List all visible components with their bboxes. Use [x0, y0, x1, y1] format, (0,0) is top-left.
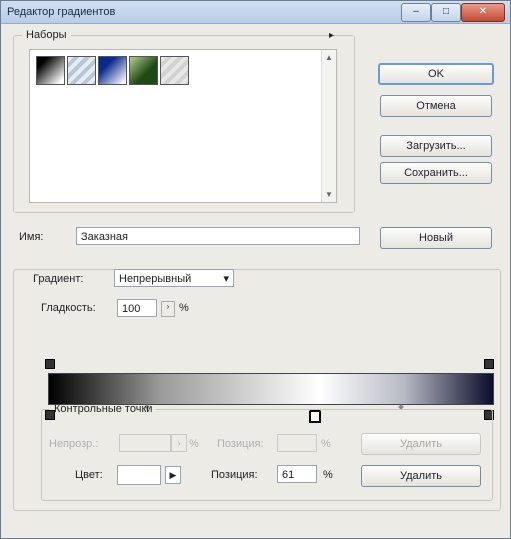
opacity-stop-left[interactable]	[45, 359, 55, 369]
scroll-down-icon[interactable]: ▼	[325, 190, 333, 199]
preset-swatch-diagonal[interactable]	[160, 56, 189, 85]
window-title: Редактор градиентов	[7, 6, 116, 18]
opacity-stop-right[interactable]	[484, 359, 494, 369]
preset-swatch-black-white[interactable]	[36, 56, 65, 85]
dialog-body: Наборы ▸ ▲ ▼ OK Отмена Загрузить... Сохр…	[11, 29, 501, 521]
save-button[interactable]: Сохранить...	[380, 162, 492, 184]
opacity-input	[119, 434, 171, 452]
preset-swatch-transparent[interactable]	[67, 56, 96, 85]
preset-swatch-green[interactable]	[129, 56, 158, 85]
smoothness-unit: %	[179, 302, 189, 314]
color-location-input[interactable]: 61	[277, 465, 317, 483]
opacity-label: Непрозр.:	[49, 438, 99, 450]
presets-list[interactable]: ▲ ▼	[29, 49, 337, 203]
new-button[interactable]: Новый	[380, 227, 492, 249]
color-location-label: Позиция:	[211, 469, 258, 481]
color-picker-arrow-icon[interactable]: ▶	[165, 466, 181, 484]
gradient-type-value: Непрерывный	[119, 273, 192, 285]
name-label: Имя:	[19, 231, 44, 243]
smoothness-stepper-icon[interactable]: ›	[161, 301, 175, 317]
presets-legend: Наборы	[26, 29, 67, 41]
smoothness-label: Гладкость:	[41, 302, 96, 314]
close-button[interactable]: ✕	[461, 3, 505, 22]
opacity-location-input	[277, 434, 317, 452]
stops-legend: Контрольные точки	[54, 403, 153, 415]
gradient-type-label: Градиент:	[33, 273, 84, 285]
gradient-type-select[interactable]: Непрерывный ▾	[114, 269, 234, 287]
smoothness-input[interactable]: 100	[117, 299, 157, 317]
delete-color-stop-button[interactable]: Удалить	[361, 465, 481, 487]
presets-menu-icon[interactable]: ▸	[329, 30, 334, 41]
scroll-up-icon[interactable]: ▲	[325, 53, 333, 62]
cancel-button[interactable]: Отмена	[380, 95, 492, 117]
opacity-unit: %	[189, 438, 199, 450]
delete-opacity-stop-button: Удалить	[361, 433, 481, 455]
color-swatch[interactable]	[117, 465, 161, 485]
maximize-button[interactable]: □	[431, 3, 461, 22]
color-label: Цвет:	[75, 469, 103, 481]
name-input[interactable]: Заказная	[76, 227, 360, 245]
opacity-stepper-icon: ›	[171, 434, 187, 452]
gradient-preview-bar[interactable]	[48, 373, 494, 405]
minimize-button[interactable]: –	[401, 3, 431, 22]
chevron-down-icon: ▾	[223, 273, 229, 285]
color-location-unit: %	[323, 469, 333, 481]
title-bar: Редактор градиентов – □ ✕	[1, 1, 510, 24]
opacity-location-unit: %	[321, 438, 331, 450]
gradient-editor-window: Редактор градиентов – □ ✕ Наборы ▸ ▲ ▼ O…	[0, 0, 511, 539]
presets-scrollbar[interactable]: ▲ ▼	[321, 50, 336, 202]
ok-button[interactable]: OK	[378, 63, 494, 85]
preset-swatch-blue[interactable]	[98, 56, 127, 85]
load-button[interactable]: Загрузить...	[380, 135, 492, 157]
opacity-location-label: Позиция:	[217, 438, 264, 450]
